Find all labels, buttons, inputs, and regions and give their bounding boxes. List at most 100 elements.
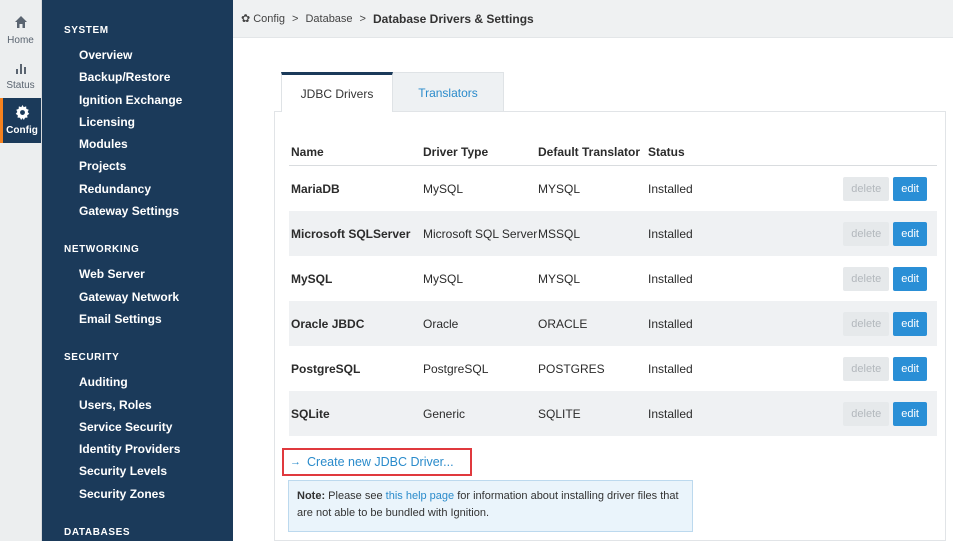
driver-translator: MYSQL <box>538 271 581 286</box>
edit-button[interactable]: edit <box>893 401 927 426</box>
drivers-panel: Name Driver Type Default Translator Stat… <box>274 111 946 541</box>
driver-status: Installed <box>648 271 693 286</box>
tab-translators[interactable]: Translators <box>392 72 504 112</box>
table-row: MariaDB MySQL MYSQL Installed delete edi… <box>289 166 937 211</box>
delete-button[interactable]: delete <box>843 176 890 201</box>
nav-item-overview[interactable]: Overview <box>42 44 233 66</box>
nav-item-redundancy[interactable]: Redundancy <box>42 178 233 200</box>
breadcrumb-config[interactable]: Config <box>253 13 285 25</box>
table-row: Microsoft SQLServer Microsoft SQL Server… <box>289 211 937 256</box>
rail-config[interactable]: Config <box>0 98 41 143</box>
create-link-label: Create new JDBC Driver... <box>307 455 454 469</box>
main-content: ✿ Config > Database > Database Drivers &… <box>233 0 953 541</box>
driver-translator: POSTGRES <box>538 361 605 376</box>
nav-item-web-server[interactable]: Web Server <box>42 263 233 285</box>
edit-button[interactable]: edit <box>893 176 927 201</box>
nav-item-modules[interactable]: Modules <box>42 133 233 155</box>
header-status: Status <box>648 145 685 159</box>
tab-jdbc-drivers[interactable]: JDBC Drivers <box>281 72 393 112</box>
edit-button[interactable]: edit <box>893 266 927 291</box>
edit-button[interactable]: edit <box>893 311 927 336</box>
driver-type: Microsoft SQL Server <box>423 226 538 241</box>
rail-home[interactable]: Home <box>0 8 41 53</box>
nav-item-ignition-exchange[interactable]: Ignition Exchange <box>42 89 233 111</box>
nav-item-auditing[interactable]: Auditing <box>42 371 233 393</box>
nav-item-gateway-network[interactable]: Gateway Network <box>42 286 233 308</box>
header-default-translator: Default Translator <box>538 145 641 159</box>
nav-item-security-zones[interactable]: Security Zones <box>42 483 233 505</box>
row-actions: delete edit <box>828 356 937 381</box>
row-actions: delete edit <box>828 311 937 336</box>
icon-rail: Home Status Config <box>0 0 42 541</box>
nav-heading-networking: NETWORKING <box>64 244 140 256</box>
table-row: MySQL MySQL MYSQL Installed delete edit <box>289 256 937 301</box>
create-jdbc-driver-link[interactable]: → Create new JDBC Driver... <box>282 448 472 476</box>
driver-type: Oracle <box>423 316 459 331</box>
nav-item-licensing[interactable]: Licensing <box>42 111 233 133</box>
note-label: Note: <box>297 490 326 502</box>
table-row: Oracle JBDC Oracle ORACLE Installed dele… <box>289 301 937 346</box>
nav-section-security: SECURITY Auditing Users, Roles Service S… <box>42 352 233 505</box>
delete-button[interactable]: delete <box>843 356 890 381</box>
nav-item-users-roles[interactable]: Users, Roles <box>42 394 233 416</box>
row-actions: delete edit <box>828 401 937 426</box>
nav-section-networking: NETWORKING Web Server Gateway Network Em… <box>42 244 233 330</box>
nav-item-gateway-settings[interactable]: Gateway Settings <box>42 200 233 222</box>
driver-name: MySQL <box>291 271 333 286</box>
nav-heading-security: SECURITY <box>64 352 120 364</box>
info-note: Note: Please see this help page for info… <box>288 480 693 532</box>
nav-heading-system: SYSTEM <box>64 25 109 36</box>
edit-button[interactable]: edit <box>893 221 927 246</box>
nav-heading-databases: DATABASES <box>64 527 131 539</box>
table-row: SQLite Generic SQLITE Installed delete e… <box>289 391 937 436</box>
breadcrumb-separator: > <box>359 12 366 25</box>
driver-type: MySQL <box>423 181 464 196</box>
driver-status: Installed <box>648 361 693 376</box>
rail-status-label: Status <box>6 79 35 91</box>
driver-status: Installed <box>648 316 693 331</box>
delete-button[interactable]: delete <box>843 401 890 426</box>
driver-translator: SQLITE <box>538 406 581 421</box>
nav-section-databases: DATABASES <box>42 527 233 538</box>
delete-button[interactable]: delete <box>843 311 890 336</box>
driver-status: Installed <box>648 226 693 241</box>
row-actions: delete edit <box>828 221 937 246</box>
note-text-pre: Please see <box>325 490 386 502</box>
nav-item-security-levels[interactable]: Security Levels <box>42 460 233 482</box>
breadcrumb-database[interactable]: Database <box>305 13 352 25</box>
drivers-table: Name Driver Type Default Translator Stat… <box>289 139 937 436</box>
rail-config-label: Config <box>6 125 38 136</box>
delete-button[interactable]: delete <box>843 221 890 246</box>
edit-button[interactable]: edit <box>893 356 927 381</box>
arrow-right-icon: → <box>290 456 301 468</box>
gear-icon: ✿ <box>241 13 251 25</box>
driver-name: Oracle JBDC <box>291 316 365 331</box>
breadcrumb-current: Database Drivers & Settings <box>372 11 534 26</box>
delete-button[interactable]: delete <box>843 266 890 291</box>
nav-section-system: SYSTEM Overview Backup/Restore Ignition … <box>42 25 233 222</box>
driver-name: Microsoft SQLServer <box>291 226 411 241</box>
breadcrumb: ✿ Config > Database > Database Drivers &… <box>233 0 953 38</box>
breadcrumb-separator: > <box>292 12 299 25</box>
driver-translator: ORACLE <box>538 316 588 331</box>
gear-icon <box>15 105 30 123</box>
header-name: Name <box>291 145 324 159</box>
help-page-link[interactable]: this help page <box>386 490 455 502</box>
driver-name: SQLite <box>291 406 330 421</box>
home-icon <box>14 15 28 33</box>
config-nav: SYSTEM Overview Backup/Restore Ignition … <box>42 0 233 541</box>
nav-item-service-security[interactable]: Service Security <box>42 416 233 438</box>
table-row: PostgreSQL PostgreSQL POSTGRES Installed… <box>289 346 937 391</box>
driver-status: Installed <box>648 406 693 421</box>
driver-translator: MSSQL <box>538 226 581 241</box>
rail-status[interactable]: Status <box>0 53 41 98</box>
driver-type: Generic <box>423 406 466 421</box>
nav-item-backup-restore[interactable]: Backup/Restore <box>42 66 233 88</box>
header-driver-type: Driver Type <box>423 145 489 159</box>
table-header: Name Driver Type Default Translator Stat… <box>289 139 937 166</box>
nav-item-projects[interactable]: Projects <box>42 155 233 177</box>
driver-status: Installed <box>648 181 693 196</box>
tab-bar: JDBC Drivers Translators <box>281 72 504 112</box>
nav-item-email-settings[interactable]: Email Settings <box>42 308 233 330</box>
nav-item-identity-providers[interactable]: Identity Providers <box>42 438 233 460</box>
